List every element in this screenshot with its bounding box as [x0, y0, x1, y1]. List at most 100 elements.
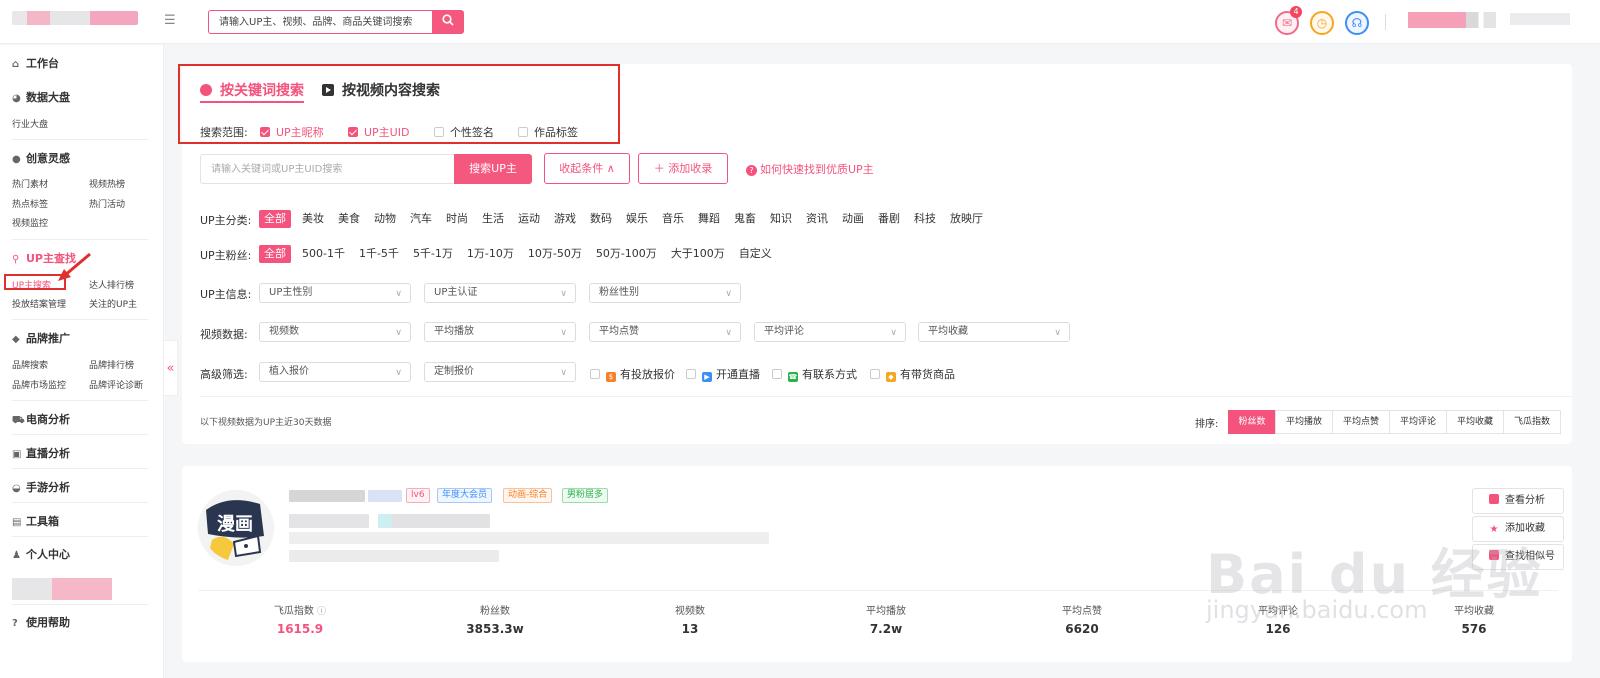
sidebar-item-live[interactable]: ▣ 直播分析: [12, 445, 70, 461]
sort-fans[interactable]: 粉丝数: [1228, 410, 1276, 434]
up-name-blurred[interactable]: [289, 490, 365, 502]
fans-tag-6[interactable]: 50万-100万: [593, 245, 660, 263]
fans-tag-2[interactable]: 1千-5千: [356, 245, 402, 263]
sort-avg-play[interactable]: 平均播放: [1275, 410, 1333, 434]
add-record-button[interactable]: ＋ 添加收录: [638, 153, 728, 184]
range-checkbox-nickname[interactable]: UP主昵称: [260, 124, 324, 140]
sidebar-sub-influencer-rank[interactable]: 达人排行榜: [89, 278, 134, 291]
adv-checkbox-has-quote[interactable]: $ 有投放报价: [590, 366, 675, 382]
sort-avg-like[interactable]: 平均点赞: [1332, 410, 1390, 434]
category-tag-10[interactable]: 娱乐: [623, 210, 651, 228]
view-analysis-button[interactable]: 查看分析: [1472, 488, 1564, 514]
sort-avg-comment[interactable]: 平均评论: [1389, 410, 1447, 434]
select-avg-comment[interactable]: 平均评论 ∨: [754, 322, 906, 342]
sidebar-sub-brand-search[interactable]: 品牌搜索: [12, 358, 48, 371]
fans-tag-5[interactable]: 10万-50万: [525, 245, 585, 263]
sidebar-sub-campaign-manage[interactable]: 投放结案管理: [12, 297, 66, 310]
sidebar-item-toolbox[interactable]: ▤ 工具箱: [12, 513, 59, 529]
fans-tag-4[interactable]: 1万-10万: [464, 245, 517, 263]
category-tag-14[interactable]: 知识: [767, 210, 795, 228]
select-video-count[interactable]: 视频数 ∨: [259, 322, 411, 342]
category-tag-17[interactable]: 番剧: [875, 210, 903, 228]
global-search-box[interactable]: [208, 10, 432, 34]
info-icon[interactable]: ⓘ: [317, 607, 326, 617]
range-checkbox-signature[interactable]: 个性签名: [434, 124, 494, 140]
category-tag-3[interactable]: 动物: [371, 210, 399, 228]
sidebar-sub-video-hot[interactable]: 视频热榜: [89, 177, 125, 190]
sidebar-collapse-button[interactable]: «: [164, 340, 178, 396]
select-custom-quote[interactable]: 定制报价 ∨: [424, 362, 576, 382]
menu-fold-icon[interactable]: ☰: [164, 13, 176, 28]
sidebar-item-brand[interactable]: ◆ 品牌推广: [12, 330, 70, 346]
category-tag-9[interactable]: 数码: [587, 210, 615, 228]
clock-icon[interactable]: ◷: [1310, 11, 1334, 35]
category-tag-0[interactable]: 全部: [259, 210, 291, 228]
select-up-cert[interactable]: UP主认证 ∨: [424, 283, 576, 303]
select-embed-quote[interactable]: 植入报价 ∨: [259, 362, 411, 382]
blurred-description: [289, 550, 499, 562]
fans-tag-3[interactable]: 5千-1万: [410, 245, 456, 263]
global-search-input[interactable]: [209, 11, 432, 33]
customer-service-icon[interactable]: ☊: [1345, 11, 1369, 35]
sidebar-sub-hot-tags[interactable]: 热点标签: [12, 197, 48, 210]
category-tag-1[interactable]: 美妆: [299, 210, 327, 228]
search-up-button[interactable]: 搜索UP主: [454, 154, 532, 184]
category-tag-19[interactable]: 放映厅: [947, 210, 986, 228]
fans-tag-8[interactable]: 自定义: [736, 245, 775, 263]
sort-avg-favorite[interactable]: 平均收藏: [1446, 410, 1504, 434]
sidebar-divider: [12, 139, 148, 140]
sidebar-sub-video-monitor[interactable]: 视频监控: [12, 216, 48, 229]
category-tag-4[interactable]: 汽车: [407, 210, 435, 228]
sidebar-sub-brand-monitor[interactable]: 品牌市场监控: [12, 378, 66, 391]
fans-tag-1[interactable]: 500-1千: [299, 245, 348, 263]
keyword-search-box[interactable]: [200, 154, 454, 184]
tab-video-content-search[interactable]: 按视频内容搜索: [322, 80, 440, 100]
tab-keyword-search[interactable]: 按关键词搜索: [200, 80, 304, 100]
category-tag-11[interactable]: 音乐: [659, 210, 687, 228]
category-tag-6[interactable]: 生活: [479, 210, 507, 228]
sidebar-item-help[interactable]: ? 使用帮助: [12, 614, 70, 630]
sidebar-sub-brand-comment[interactable]: 品牌评论诊断: [89, 378, 143, 391]
fans-tag-0[interactable]: 全部: [259, 245, 291, 263]
range-checkbox-uid[interactable]: UP主UID: [348, 124, 409, 140]
sidebar-item-ecommerce[interactable]: ⛟电商分析: [12, 411, 70, 428]
select-fans-gender[interactable]: 粉丝性别 ∨: [589, 283, 741, 303]
category-tag-12[interactable]: 舞蹈: [695, 210, 723, 228]
adv-checkbox-goods[interactable]: ◆ 有带货商品: [870, 366, 955, 382]
select-avg-like[interactable]: 平均点赞 ∨: [589, 322, 741, 342]
sidebar-item-inspiration[interactable]: ● 创意灵感: [12, 150, 70, 166]
adv-checkbox-contact[interactable]: ☎ 有联系方式: [772, 366, 857, 382]
category-tag-5[interactable]: 时尚: [443, 210, 471, 228]
category-tag-13[interactable]: 鬼畜: [731, 210, 759, 228]
category-tag-8[interactable]: 游戏: [551, 210, 579, 228]
category-tag-7[interactable]: 运动: [515, 210, 543, 228]
sidebar-sub-industry-board[interactable]: 行业大盘: [12, 117, 48, 130]
sidebar-item-data-board[interactable]: ◕ 数据大盘: [12, 89, 70, 105]
sidebar-item-game[interactable]: ◒ 手游分析: [12, 479, 70, 495]
sidebar-sub-hot-activity[interactable]: 热门活动: [89, 197, 125, 210]
category-tag-15[interactable]: 资讯: [803, 210, 831, 228]
tag-vip: 年度大会员: [437, 488, 493, 503]
help-find-up-link[interactable]: ? 如何快速找到优质UP主: [746, 161, 874, 177]
avatar[interactable]: 漫画: [198, 490, 274, 566]
sidebar-divider: [12, 536, 148, 537]
sidebar-item-workbench[interactable]: ⌂ 工作台: [12, 55, 59, 71]
select-avg-play[interactable]: 平均播放 ∨: [424, 322, 576, 342]
user-name-blurred[interactable]: [1408, 12, 1496, 28]
global-search-button[interactable]: [432, 10, 464, 34]
sort-feigua-index[interactable]: 飞瓜指数: [1503, 410, 1561, 434]
select-up-gender[interactable]: UP主性别 ∨: [259, 283, 411, 303]
sidebar-sub-brand-rank[interactable]: 品牌排行榜: [89, 358, 134, 371]
range-checkbox-work-tags[interactable]: 作品标签: [518, 124, 578, 140]
category-tag-16[interactable]: 动画: [839, 210, 867, 228]
sidebar-sub-hot-material[interactable]: 热门素材: [12, 177, 48, 190]
category-tag-18[interactable]: 科技: [911, 210, 939, 228]
select-avg-favorite[interactable]: 平均收藏 ∨: [918, 322, 1070, 342]
fans-tag-7[interactable]: 大于100万: [668, 245, 728, 263]
category-tag-2[interactable]: 美食: [335, 210, 363, 228]
collapse-conditions-button[interactable]: 收起条件 ∧: [544, 153, 630, 184]
sidebar-item-personal[interactable]: ♟ 个人中心: [12, 546, 70, 562]
keyword-search-input[interactable]: [201, 155, 454, 183]
adv-checkbox-live[interactable]: ▶ 开通直播: [686, 366, 760, 382]
sidebar-sub-followed-up[interactable]: 关注的UP主: [89, 297, 137, 310]
